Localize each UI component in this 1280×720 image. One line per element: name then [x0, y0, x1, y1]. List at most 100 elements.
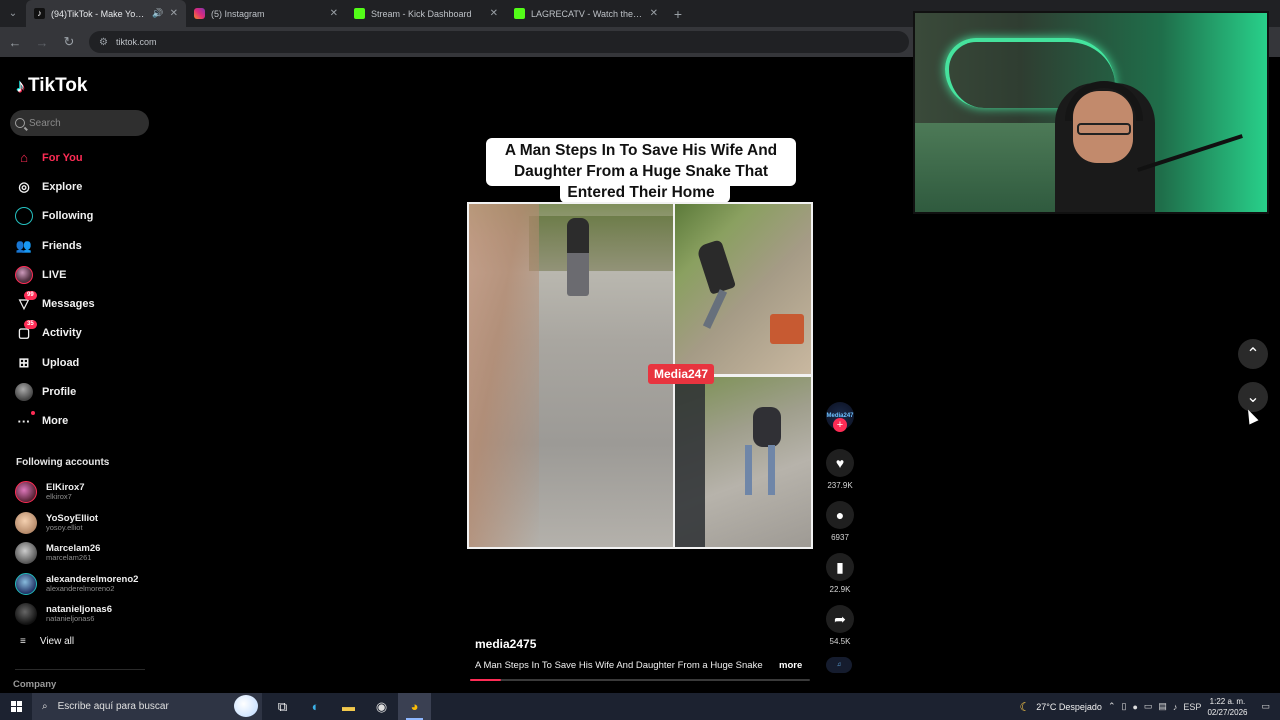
search-input[interactable]: Search — [10, 110, 149, 136]
account-handle: natanieljonas6 — [46, 614, 95, 624]
comment-button[interactable]: ● 6937 — [822, 501, 858, 542]
following-account[interactable]: ElKirox7 elkirox7 — [15, 477, 160, 508]
caption-more-button[interactable]: more — [779, 660, 802, 671]
browser-tab-kick-vod[interactable]: LAGRECATV - Watch the VOD o ✕ — [506, 0, 666, 27]
company-link[interactable]: Company — [13, 679, 56, 690]
view-all-label: View all — [39, 636, 75, 647]
avatar — [15, 603, 37, 626]
kick-favicon-icon — [354, 8, 365, 19]
like-count: 237.9K — [827, 481, 853, 490]
nav-friends[interactable]: 👥 Friends — [0, 231, 160, 260]
video-panel-left — [469, 204, 673, 547]
video-progress-bar[interactable] — [470, 679, 810, 681]
view-all-button[interactable]: ≡ View all — [20, 636, 74, 647]
following-account[interactable]: Marcelam26 marcelam261 — [15, 538, 160, 569]
video-panel-top-right — [675, 204, 811, 374]
following-account[interactable]: alexanderelmoreno2 alexanderelmoreno2 — [15, 569, 160, 600]
video-headline: A Man Steps In To Save His Wife And Daug… — [504, 142, 778, 201]
tab-title: Stream - Kick Dashboard — [371, 8, 472, 19]
nav-activity[interactable]: ▢ 35 Activity — [0, 319, 160, 348]
more-icon: ··· — [15, 411, 35, 430]
browser-tab-kick-dashboard[interactable]: Stream - Kick Dashboard ✕ — [346, 0, 506, 27]
music-disc-icon[interactable]: ♫ — [826, 657, 852, 673]
nav-live[interactable]: LIVE — [0, 260, 160, 289]
friends-icon: 👥 — [15, 237, 33, 253]
system-tray: ☾ 27°C Despejado ⌃ ▯ ● ▭ ▤ ♪ ESP 1:22 a.… — [1020, 693, 1280, 720]
nav-label: Upload — [42, 356, 80, 369]
back-icon[interactable]: ← — [3, 30, 27, 54]
chevron-up-icon[interactable]: ⌃ — [1108, 701, 1116, 712]
upload-icon: ⊞ — [18, 354, 30, 370]
following-accounts-title: Following accounts — [16, 457, 110, 468]
following-account[interactable]: natanieljonas6 natanieljonas6 — [15, 599, 160, 630]
microphone-icon[interactable]: ● — [1132, 702, 1137, 712]
tiktok-logo[interactable]: ♪ TikTok — [16, 75, 87, 97]
nav-profile[interactable]: Profile — [0, 377, 160, 406]
display-icon[interactable]: ▭ — [1144, 701, 1153, 712]
activity-badge: 35 — [24, 320, 37, 330]
nav-label: For You — [42, 151, 83, 164]
edge-icon[interactable]: ◐ — [299, 693, 332, 720]
address-bar[interactable]: ⚙ tiktok.com — [89, 31, 909, 53]
taskbar-search-input[interactable]: ⌕ Escribe aquí para buscar — [32, 693, 262, 720]
network-icon[interactable]: ▤ — [1158, 701, 1167, 712]
nav-label: Messages — [42, 298, 95, 311]
task-view-icon[interactable]: ⧉ — [266, 693, 299, 720]
taskbar-clock[interactable]: 1:22 a. m. 02/27/2026 — [1207, 696, 1247, 718]
nav-label: Friends — [42, 239, 82, 252]
obs-icon[interactable]: ◉ — [365, 693, 398, 720]
list-icon: ≡ — [20, 636, 26, 647]
browser-tab-instagram[interactable]: (5) Instagram ✕ — [186, 0, 346, 27]
nav-label: Explore — [42, 180, 83, 193]
account-handle: marcelam261 — [46, 553, 92, 563]
start-button[interactable] — [0, 693, 32, 720]
following-account[interactable]: YoSoyElliot yosoy.elliot — [15, 508, 160, 539]
nav-upload[interactable]: ⊞ Upload — [0, 348, 160, 377]
avatar — [15, 542, 37, 565]
chrome-icon[interactable]: ◕ — [398, 693, 431, 720]
tiktok-favicon-icon: ♪ — [34, 8, 45, 19]
new-tab-button[interactable]: + — [666, 6, 690, 22]
tab-close-icon[interactable]: ✕ — [650, 8, 658, 19]
notifications-icon[interactable]: ▭ — [1261, 701, 1270, 712]
previous-video-button[interactable]: ⌃ — [1238, 339, 1268, 369]
language-indicator[interactable]: ESP — [1183, 702, 1201, 712]
video-author[interactable]: media2475 — [475, 637, 536, 651]
compass-icon: ◎ — [18, 178, 30, 194]
volume-icon[interactable]: ♪ — [1173, 702, 1178, 712]
nav-label: Activity — [42, 327, 82, 340]
share-count: 54.5K — [829, 637, 851, 646]
file-explorer-icon[interactable]: ▬ — [332, 693, 365, 720]
bookmark-count: 22.9K — [829, 585, 851, 594]
video-watermark: Media247 — [648, 364, 715, 384]
tab-close-icon[interactable]: ✕ — [170, 8, 178, 19]
chevron-down-icon: ⌄ — [1246, 389, 1260, 406]
reload-icon[interactable]: ↻ — [57, 30, 81, 54]
like-button[interactable]: ♥ 237.9K — [822, 449, 858, 490]
tab-close-icon[interactable]: ✕ — [490, 8, 498, 19]
tab-close-icon[interactable]: ✕ — [330, 8, 338, 19]
nav-following[interactable]: Following — [0, 202, 160, 231]
nav-label: LIVE — [42, 268, 67, 281]
device-icon[interactable]: ▯ — [1122, 701, 1127, 712]
bookmark-button[interactable]: ▮ 22.9K — [822, 553, 858, 594]
follow-creator-button[interactable]: + — [833, 418, 847, 432]
tab-audio-icon[interactable]: 🔊 — [152, 8, 163, 19]
account-handle: alexanderelmoreno2 — [46, 583, 115, 593]
nav-messages[interactable]: ▽ 99 Messages — [0, 289, 160, 318]
search-icon: ⌕ — [42, 701, 48, 712]
share-button[interactable]: ➦ 54.5K — [822, 605, 858, 646]
forward-icon[interactable]: → — [30, 30, 54, 54]
nav-explore[interactable]: ◎ Explore — [0, 172, 160, 201]
video-player[interactable] — [467, 202, 813, 549]
logo-text: TikTok — [28, 75, 88, 96]
tab-search-menu-button[interactable]: ⌄ — [0, 0, 26, 27]
browser-tab-tiktok[interactable]: ♪ (94)TikTok - Make Your Day 🔊 ✕ — [26, 0, 186, 27]
webcam-overlay — [913, 11, 1269, 214]
taskbar-search-placeholder: Escribe aquí para buscar — [57, 701, 169, 712]
nav-for-you[interactable]: ⌂ For You — [0, 143, 160, 172]
instagram-favicon-icon — [194, 8, 205, 19]
site-info-icon[interactable]: ⚙ — [99, 37, 108, 48]
weather-text[interactable]: 27°C Despejado — [1036, 702, 1102, 712]
nav-more[interactable]: ··· More — [0, 407, 160, 436]
